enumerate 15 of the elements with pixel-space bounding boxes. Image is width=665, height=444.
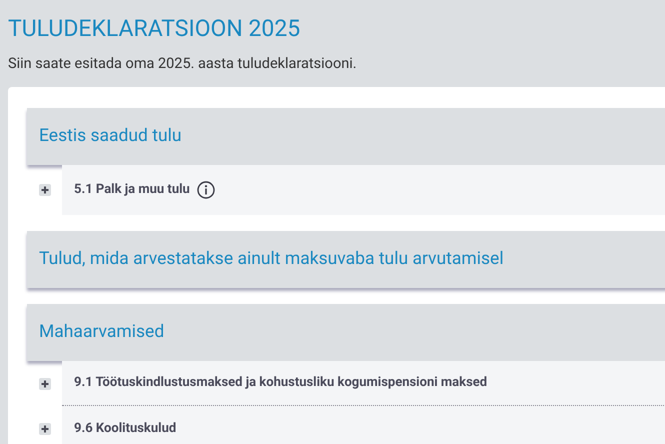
expand-icon[interactable] — [39, 378, 51, 390]
page-title: TULUDEKLARATSIOON 2025 — [8, 15, 300, 43]
section-title: Mahaarvamised — [39, 321, 164, 344]
page-subtitle: Siin saate esitada oma 2025. aasta tuludeklaratsiooni. — [8, 55, 357, 73]
expand-icon[interactable] — [39, 422, 51, 434]
section-title: Tulud, mida arvestatakse ainult maksuvaba tulu arvutamisel — [39, 248, 504, 272]
row-label: 9.1 Töötuskindlustusmaksed ja kohustusliku kogumispensioni maksed — [74, 374, 488, 392]
form-row[interactable]: 9.1 Töötuskindlustusmaksed ja kohustusliku kogumispensioni maksed — [62, 361, 665, 406]
row-label: 5.1 Palk ja muu tulu — [74, 181, 190, 200]
info-icon[interactable] — [196, 181, 215, 199]
expand-icon[interactable] — [39, 184, 51, 196]
form-row[interactable]: 5.1 Palk ja muu tulu — [62, 165, 665, 215]
row-label: 9.6 Koolituskulud — [74, 420, 176, 438]
form-row[interactable]: 9.6 Koolituskulud — [62, 406, 665, 444]
section-title: Eestis saadud tulu — [39, 125, 182, 148]
